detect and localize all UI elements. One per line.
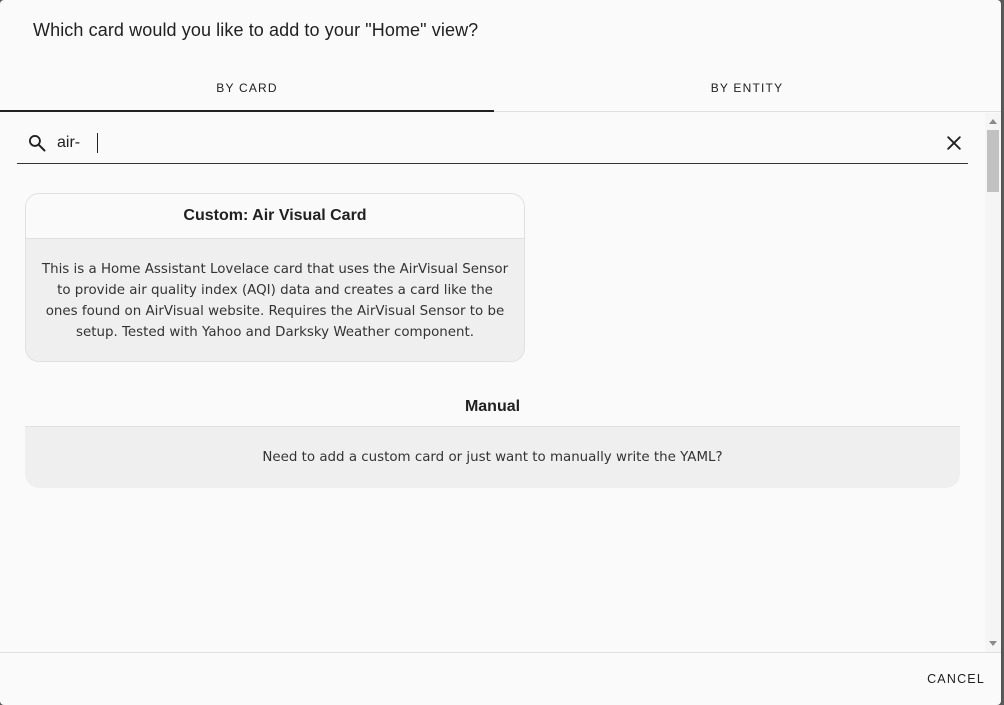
card-description: Need to add a custom card or just want t…: [25, 427, 960, 488]
card-title: Custom: Air Visual Card: [26, 194, 524, 239]
scroll-up-arrow-icon[interactable]: [989, 119, 997, 124]
search-field: [17, 123, 968, 164]
card-picker-content: Custom: Air Visual Card This is a Home A…: [0, 113, 985, 652]
scroll-down-arrow-icon[interactable]: [989, 641, 997, 646]
search-icon: [28, 135, 46, 152]
card-option-air-visual[interactable]: Custom: Air Visual Card This is a Home A…: [25, 193, 525, 362]
tab-by-entity-label: BY ENTITY: [710, 80, 784, 95]
card-description: This is a Home Assistant Lovelace card t…: [41, 262, 509, 340]
search-input[interactable]: [57, 131, 917, 155]
tab-by-card-label: BY CARD: [216, 80, 278, 95]
active-tab-indicator: [0, 110, 494, 112]
content-scrollbar[interactable]: [985, 113, 1001, 652]
tab-by-card[interactable]: BY CARD: [0, 64, 494, 112]
dialog-actions: CANCEL: [0, 652, 1001, 705]
card-title: Manual: [25, 388, 960, 427]
text-caret: [97, 133, 98, 153]
card-option-manual[interactable]: Manual Need to add a custom card or just…: [25, 388, 960, 488]
add-card-dialog: Which card would you like to add to your…: [0, 0, 1001, 705]
tab-bar: BY CARD BY ENTITY: [0, 64, 1001, 112]
close-icon[interactable]: [944, 133, 964, 153]
dialog-title: Which card would you like to add to your…: [33, 20, 479, 40]
cancel-button[interactable]: CANCEL: [927, 672, 985, 686]
tab-by-entity[interactable]: BY ENTITY: [500, 64, 994, 111]
scroll-thumb[interactable]: [987, 130, 999, 192]
